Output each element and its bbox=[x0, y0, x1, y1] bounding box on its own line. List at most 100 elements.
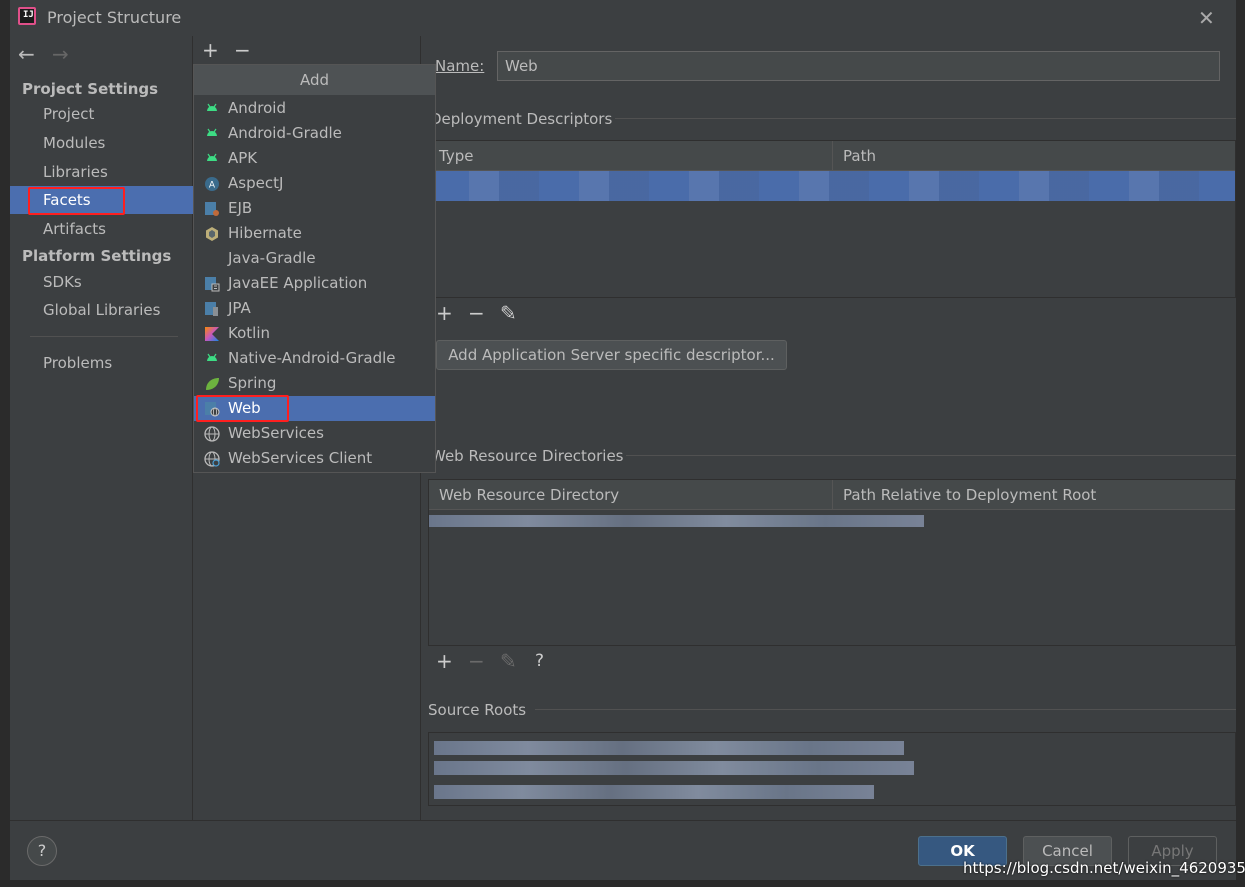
sidebar-item-artifacts[interactable]: Artifacts bbox=[10, 215, 193, 243]
android-icon bbox=[207, 128, 217, 136]
facet-option-label: Native-Android-Gradle bbox=[228, 349, 396, 367]
background-editor-bottom bbox=[0, 880, 1245, 887]
close-icon[interactable]: ✕ bbox=[1198, 6, 1215, 30]
sidebar-item-project[interactable]: Project bbox=[10, 100, 193, 128]
web-highlight-box bbox=[196, 395, 289, 422]
hibernate-icon bbox=[206, 227, 218, 241]
source-roots-list[interactable] bbox=[428, 732, 1236, 806]
javaee-application-icon bbox=[205, 277, 220, 292]
project-structure-dialog: IJ Project Structure ✕ ← → Project Setti… bbox=[10, 0, 1236, 880]
list-item-blurred[interactable] bbox=[434, 761, 914, 775]
facet-option-ejb[interactable]: EJB bbox=[194, 196, 435, 221]
remove-facet-button[interactable]: − bbox=[234, 38, 251, 62]
deployment-descriptors-title: Deployment Descriptors bbox=[430, 110, 613, 128]
remove-descriptor-icon[interactable]: − bbox=[468, 301, 485, 325]
dialog-title: Project Structure bbox=[47, 8, 182, 27]
deployment-descriptors-table[interactable]: Type Path bbox=[428, 140, 1236, 298]
add-facet-button[interactable]: + bbox=[202, 38, 219, 62]
source-roots-separator bbox=[535, 709, 1236, 710]
facet-option-spring[interactable]: Spring bbox=[194, 371, 435, 396]
web-resource-header: Web Resource Directory Path Relative to … bbox=[429, 480, 1235, 510]
facet-option-apk[interactable]: APK bbox=[194, 146, 435, 171]
kotlin-icon bbox=[205, 327, 219, 341]
table-row-blurred[interactable] bbox=[429, 515, 924, 527]
aspectj-icon: A bbox=[205, 177, 219, 191]
facet-option-label: Hibernate bbox=[228, 224, 302, 242]
facet-option-android-gradle[interactable]: Android-Gradle bbox=[194, 121, 435, 146]
facet-option-label: Android-Gradle bbox=[228, 124, 342, 142]
globe-client-icon bbox=[204, 451, 220, 467]
facet-option-native-android-gradle[interactable]: Native-Android-Gradle bbox=[194, 346, 435, 371]
web-resource-separator bbox=[626, 455, 1236, 456]
sidebar-item-sdks[interactable]: SDKs bbox=[10, 268, 193, 296]
facet-option-label: Java-Gradle bbox=[228, 249, 316, 267]
web-resource-toolbar: + − ✎ ? bbox=[428, 645, 1236, 675]
help-button[interactable]: ? bbox=[27, 836, 57, 866]
back-arrow-icon[interactable]: ← bbox=[18, 42, 35, 66]
ejb-icon bbox=[205, 202, 219, 216]
list-item-blurred[interactable] bbox=[434, 785, 874, 799]
edit-pencil-icon[interactable]: ✎ bbox=[500, 301, 517, 325]
name-label: Name: bbox=[435, 57, 484, 75]
source-roots-title: Source Roots bbox=[428, 701, 527, 719]
facet-option-label: Spring bbox=[228, 374, 277, 392]
help-question-icon[interactable]: ? bbox=[535, 651, 544, 671]
sidebar-item-global-libraries[interactable]: Global Libraries bbox=[10, 296, 193, 324]
web-resource-directories-title: Web Resource Directories bbox=[431, 447, 624, 465]
background-editor-left bbox=[0, 0, 10, 887]
deployment-descriptors-toolbar: + − ✎ bbox=[428, 297, 1236, 327]
facet-option-label: Kotlin bbox=[228, 324, 270, 342]
facet-option-jpa[interactable]: JPA bbox=[194, 296, 435, 321]
facet-option-aspectj[interactable]: A AspectJ bbox=[194, 171, 435, 196]
facet-option-javaee-application[interactable]: JavaEE Application bbox=[194, 271, 435, 296]
android-icon bbox=[207, 353, 217, 361]
remove-web-resource-icon[interactable]: − bbox=[468, 649, 485, 673]
facet-option-label: JPA bbox=[228, 299, 251, 317]
add-server-descriptor-button[interactable]: Add Application Server specific descript… bbox=[436, 340, 787, 370]
facet-option-kotlin[interactable]: Kotlin bbox=[194, 321, 435, 346]
android-icon bbox=[207, 103, 217, 111]
watermark-url: https://blog.csdn.net/weixin_46209352 bbox=[963, 859, 1245, 877]
facet-option-hibernate[interactable]: Hibernate bbox=[194, 221, 435, 246]
column-path[interactable]: Path bbox=[833, 141, 1235, 171]
sidebar-divider bbox=[30, 336, 178, 337]
column-path-relative[interactable]: Path Relative to Deployment Root bbox=[833, 480, 1235, 510]
table-row-blurred[interactable] bbox=[429, 171, 1235, 201]
facet-option-webservices[interactable]: WebServices bbox=[194, 421, 435, 446]
facet-option-label: AspectJ bbox=[228, 174, 284, 192]
sidebar-item-modules[interactable]: Modules bbox=[10, 129, 193, 157]
platform-settings-header: Platform Settings bbox=[22, 247, 172, 265]
forward-arrow-icon[interactable]: → bbox=[52, 42, 69, 66]
facet-option-label: APK bbox=[228, 149, 258, 167]
facet-option-android[interactable]: Android bbox=[194, 96, 435, 121]
edit-pencil-icon[interactable]: ✎ bbox=[500, 649, 517, 673]
background-editor-right bbox=[1236, 36, 1245, 836]
facet-name-input[interactable] bbox=[497, 51, 1220, 81]
deployment-descriptors-header: Type Path bbox=[429, 141, 1235, 171]
sidebar-item-problems[interactable]: Problems bbox=[10, 349, 193, 377]
settings-sidebar: ← → Project Settings Project Modules Lib… bbox=[10, 36, 193, 820]
title-bar: IJ Project Structure ✕ bbox=[10, 0, 1236, 36]
spring-leaf-icon bbox=[206, 378, 219, 390]
facet-option-label: WebServices bbox=[228, 424, 324, 442]
facet-option-label: WebServices Client bbox=[228, 449, 373, 467]
facet-option-label: JavaEE Application bbox=[228, 274, 368, 292]
globe-icon bbox=[204, 426, 220, 442]
facet-option-label: Android bbox=[228, 99, 286, 117]
name-label-text: Name: bbox=[435, 57, 485, 75]
facet-option-webservices-client[interactable]: WebServices Client bbox=[194, 446, 435, 471]
jpa-icon bbox=[205, 302, 218, 316]
list-item-blurred[interactable] bbox=[434, 741, 904, 755]
android-icon bbox=[207, 153, 217, 161]
web-resource-directories-table[interactable]: Web Resource Directory Path Relative to … bbox=[428, 479, 1236, 646]
add-descriptor-icon[interactable]: + bbox=[436, 301, 453, 325]
sidebar-item-libraries[interactable]: Libraries bbox=[10, 158, 193, 186]
facet-option-java-gradle[interactable]: Java-Gradle bbox=[194, 246, 435, 271]
column-type[interactable]: Type bbox=[429, 141, 833, 171]
add-web-resource-icon[interactable]: + bbox=[436, 649, 453, 673]
facets-highlight-box bbox=[28, 187, 125, 215]
add-popup-header: Add bbox=[194, 65, 435, 95]
deployment-descriptors-separator bbox=[615, 118, 1236, 119]
column-web-resource-directory[interactable]: Web Resource Directory bbox=[429, 480, 833, 510]
svg-text:A: A bbox=[209, 181, 216, 191]
